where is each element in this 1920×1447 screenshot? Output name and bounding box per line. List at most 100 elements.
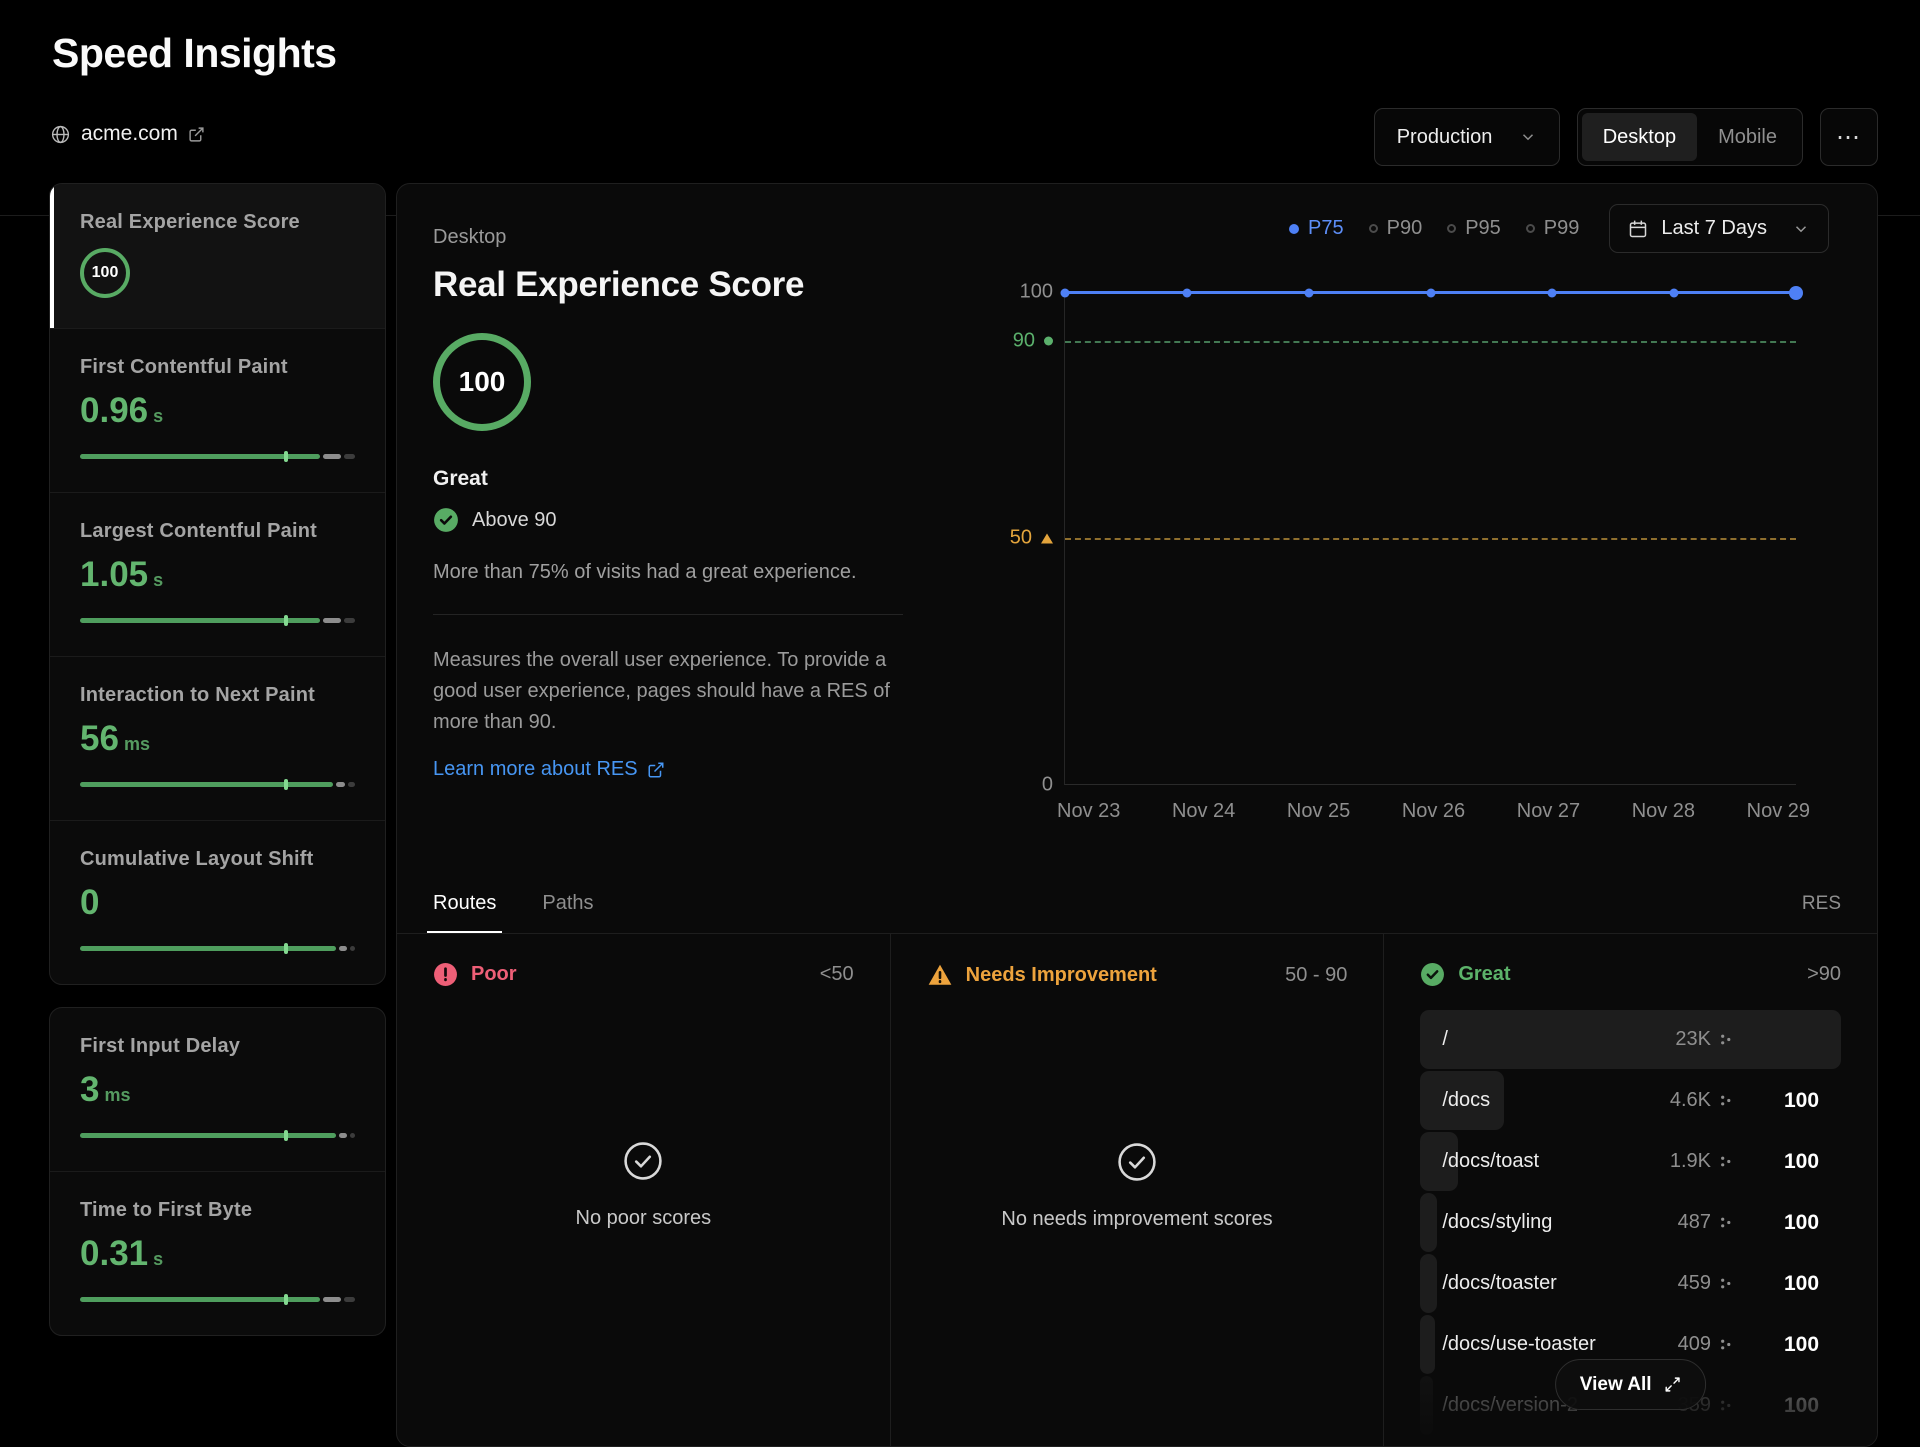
metric-card-group-primary: Real Experience Score 100 First Contentf… xyxy=(49,183,386,985)
error-circle-icon xyxy=(433,962,458,987)
date-range-dropdown[interactable]: Last 7 Days xyxy=(1609,204,1829,253)
view-all-button[interactable]: View All xyxy=(1554,1359,1707,1410)
rating-label: Great xyxy=(433,467,488,490)
sidebar-item-cumulative-layout-shift[interactable]: Cumulative Layout Shift 0 xyxy=(50,820,385,984)
metric-unit: s xyxy=(153,406,164,426)
data-points-icon xyxy=(1718,1337,1733,1352)
p75-tick xyxy=(283,779,288,790)
data-points-icon xyxy=(1718,1032,1733,1047)
sidebar-item-first-contentful-paint[interactable]: First Contentful Paint 0.96 s xyxy=(50,328,385,492)
data-points-icon xyxy=(1718,1093,1733,1108)
device-tab-desktop[interactable]: Desktop xyxy=(1581,113,1698,161)
x-axis-labels: Nov 23 Nov 24 Nov 25 Nov 26 Nov 27 Nov 28 Nov … xyxy=(1057,800,1810,822)
learn-more-link[interactable]: Learn more about RES xyxy=(433,758,665,781)
tab-paths[interactable]: Paths xyxy=(542,892,593,933)
threshold-line-90 xyxy=(1065,341,1796,343)
metric-value: 0.31 s xyxy=(80,1234,164,1273)
metric-unit: s xyxy=(153,570,164,590)
page-title: Speed Insights xyxy=(52,30,337,76)
route-row[interactable]: /docs/styling 487 100 xyxy=(1420,1192,1841,1253)
metric-label: Interaction to Next Paint xyxy=(80,684,316,706)
y-tick-90: 90 xyxy=(1013,330,1053,353)
great-label: Great xyxy=(1458,963,1511,985)
poor-empty-state: No poor scores xyxy=(433,1139,854,1230)
metric-distribution-bar xyxy=(80,1294,355,1305)
metric-unit: s xyxy=(153,1249,164,1269)
data-point xyxy=(1669,288,1679,297)
warning-triangle-icon xyxy=(927,962,953,988)
route-score: 100 xyxy=(1783,1271,1820,1295)
device-tab-mobile[interactable]: Mobile xyxy=(1697,113,1798,161)
usage-bar xyxy=(1420,1254,1438,1313)
environment-label: Production xyxy=(1396,125,1493,148)
legend-p95[interactable]: P95 xyxy=(1447,217,1501,240)
more-options-button[interactable]: ⋯ xyxy=(1820,108,1878,166)
needs-improvement-range: 50 - 90 xyxy=(1285,963,1348,986)
metric-label: First Input Delay xyxy=(80,1035,241,1057)
chart-header: P75 P90 P95 P99 Last 7 Days xyxy=(1289,204,1829,253)
metric-unit: ms xyxy=(123,734,150,754)
external-link-icon xyxy=(647,761,665,779)
chevron-down-icon xyxy=(1519,128,1537,146)
route-score: 100 xyxy=(1783,1088,1820,1112)
legend-p90[interactable]: P90 xyxy=(1368,217,1422,240)
rating-detail: Above 90 xyxy=(433,507,963,533)
divider xyxy=(433,614,903,615)
tab-routes[interactable]: Routes xyxy=(426,892,503,933)
metric-label: Time to First Byte xyxy=(80,1199,253,1221)
p75-tick xyxy=(283,943,288,954)
metric-distribution-bar xyxy=(80,1130,355,1141)
data-point xyxy=(1547,288,1557,297)
external-link-icon xyxy=(188,126,205,143)
score-ring-large: 100 xyxy=(433,333,531,431)
metric-label: Cumulative Layout Shift xyxy=(80,848,314,870)
route-row[interactable]: /docs/toast 1.9K 100 xyxy=(1420,1131,1841,1192)
metric-label: First Contentful Paint xyxy=(80,356,288,378)
res-summary: Desktop Real Experience Score 100 Great … xyxy=(433,226,963,781)
sidebar-item-largest-contentful-paint[interactable]: Largest Contentful Paint 1.05 s xyxy=(50,492,385,656)
legend-p99[interactable]: P99 xyxy=(1525,217,1579,240)
sidebar-item-interaction-to-next-paint[interactable]: Interaction to Next Paint 56 ms xyxy=(50,656,385,820)
site-link[interactable]: acme.com xyxy=(50,122,205,146)
circle-check-outline-icon xyxy=(621,1139,665,1183)
circle-check-outline-icon xyxy=(1115,1140,1159,1184)
sidebar-item-first-input-delay[interactable]: First Input Delay 3 ms xyxy=(50,1008,385,1171)
sidebar-item-real-experience-score[interactable]: Real Experience Score 100 xyxy=(50,184,385,328)
poor-empty-text: No poor scores xyxy=(575,1207,712,1229)
usage-bar xyxy=(1420,1193,1438,1252)
expand-icon xyxy=(1665,1376,1682,1393)
sidebar-item-time-to-first-byte[interactable]: Time to First Byte 0.31 s xyxy=(50,1171,385,1335)
sample-count: 23K xyxy=(1675,1028,1712,1050)
metric-label: Largest Contentful Paint xyxy=(80,520,318,542)
p99-dot-icon xyxy=(1525,224,1535,233)
data-point xyxy=(1304,288,1314,297)
y-tick-50: 50 xyxy=(1010,527,1053,550)
check-circle-icon xyxy=(1420,962,1445,987)
route-row[interactable]: /docs 4.6K 100 xyxy=(1420,1070,1841,1131)
legend-p75[interactable]: P75 xyxy=(1289,217,1344,240)
device-label: Desktop xyxy=(433,226,507,248)
metric-distribution-bar xyxy=(80,779,355,790)
great-column-header: Great >90 xyxy=(1420,962,1841,987)
res-chart[interactable]: 100 90 50 0 Nov 23 Nov 24 Nov 25 Nov 26 Nov … xyxy=(1010,281,1810,823)
res-description: Measures the overall user experience. To… xyxy=(433,649,890,733)
usage-bar xyxy=(1420,1315,1436,1374)
res-title: Real Experience Score xyxy=(433,265,805,304)
tabs-row: Routes Paths RES xyxy=(426,879,1841,933)
data-points-icon xyxy=(1718,1398,1733,1413)
route-score: 100 xyxy=(1783,1393,1820,1417)
sample-count: 409 xyxy=(1677,1333,1712,1355)
metric-value: 0 xyxy=(80,883,100,922)
green-dot-marker xyxy=(1044,336,1053,346)
environment-dropdown[interactable]: Production xyxy=(1373,108,1560,166)
route-row[interactable]: /docs/toaster 459 100 xyxy=(1420,1253,1841,1314)
p75-series-line xyxy=(1060,285,1803,300)
metric-card-group-secondary: First Input Delay 3 ms Time to First Byte… xyxy=(49,1007,386,1336)
needs-improvement-empty-state: No needs improvement scores xyxy=(927,1140,1348,1231)
metric-value: 56 ms xyxy=(80,719,150,758)
metric-value: 3 ms xyxy=(80,1070,131,1109)
chevron-down-icon xyxy=(1792,220,1810,238)
route-row[interactable]: / 23K 100 xyxy=(1420,1009,1842,1070)
date-range-label: Last 7 Days xyxy=(1661,217,1767,239)
data-points-icon xyxy=(1718,1276,1733,1291)
